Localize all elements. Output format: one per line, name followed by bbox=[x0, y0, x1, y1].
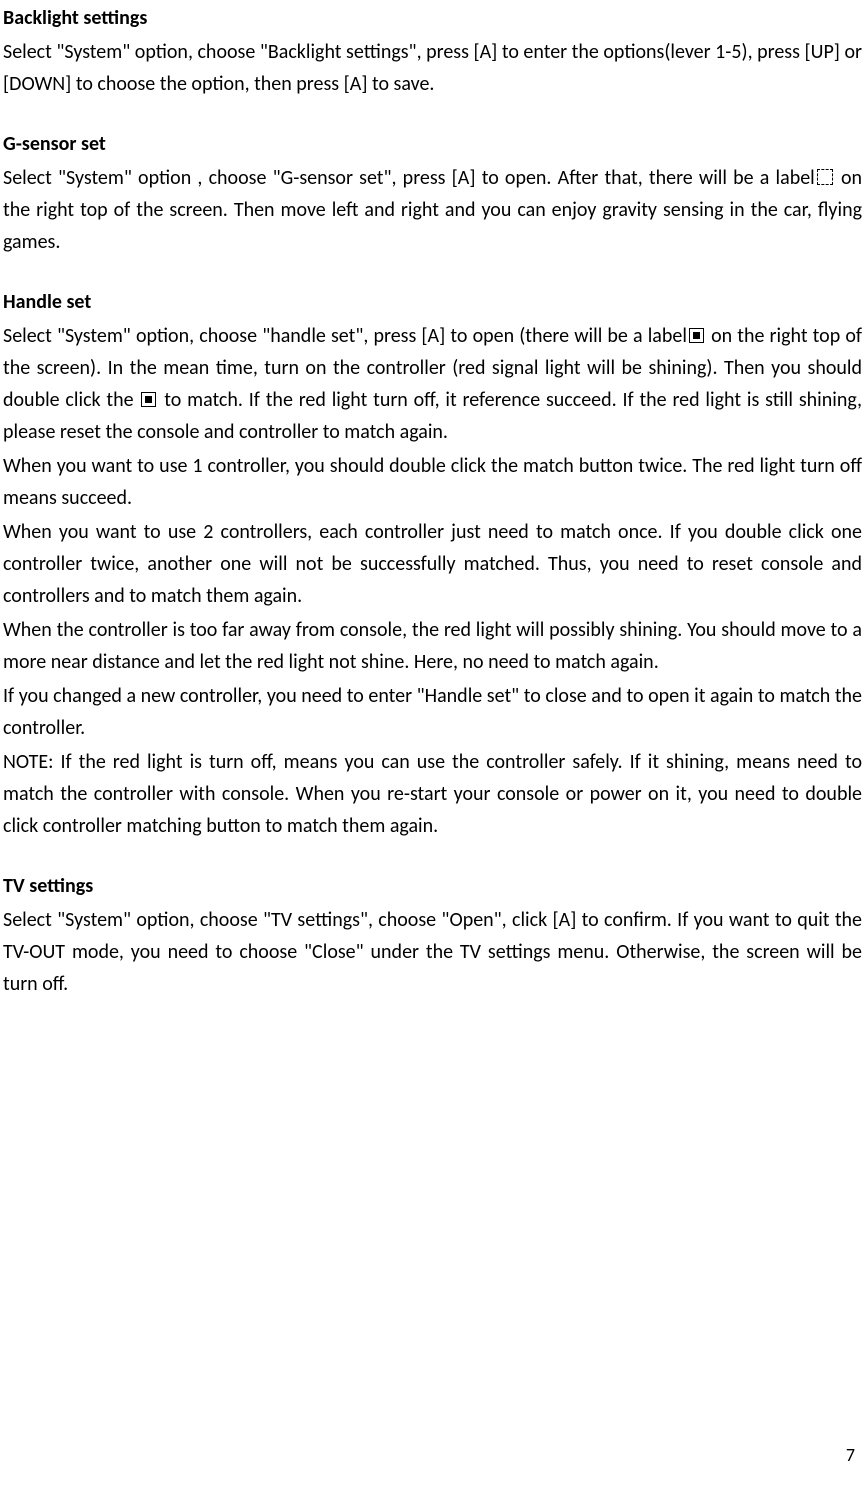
page-number: 7 bbox=[846, 1441, 855, 1470]
handle-paragraph-4: When the controller is too far away from… bbox=[3, 614, 862, 678]
handle-match-icon bbox=[141, 392, 156, 407]
handle-paragraph-2: When you want to use 1 controller, you s… bbox=[3, 450, 862, 514]
handle-paragraph-1: Select "System" option, choose "handle s… bbox=[3, 320, 862, 448]
handle-heading: Handle set bbox=[3, 286, 862, 318]
backlight-paragraph: Select "System" option, choose "Backligh… bbox=[3, 36, 862, 100]
handle-text-1a: Select "System" option, choose "handle s… bbox=[3, 324, 687, 348]
gsensor-paragraph: Select "System" option , choose "G-senso… bbox=[3, 162, 862, 258]
backlight-heading: Backlight settings bbox=[3, 2, 862, 34]
handle-label-icon bbox=[689, 328, 704, 343]
tv-paragraph: Select "System" option, choose "TV setti… bbox=[3, 904, 862, 1000]
gsensor-text-a: Select "System" option , choose "G-senso… bbox=[3, 166, 815, 190]
handle-paragraph-6: NOTE: If the red light is turn off, mean… bbox=[3, 746, 862, 842]
gsensor-label-icon bbox=[817, 169, 833, 185]
gsensor-heading: G-sensor set bbox=[3, 128, 862, 160]
tv-heading: TV settings bbox=[3, 870, 862, 902]
document-content: Backlight settings Select "System" optio… bbox=[0, 2, 865, 1000]
handle-paragraph-5: If you changed a new controller, you nee… bbox=[3, 680, 862, 744]
handle-paragraph-3: When you want to use 2 controllers, each… bbox=[3, 516, 862, 612]
